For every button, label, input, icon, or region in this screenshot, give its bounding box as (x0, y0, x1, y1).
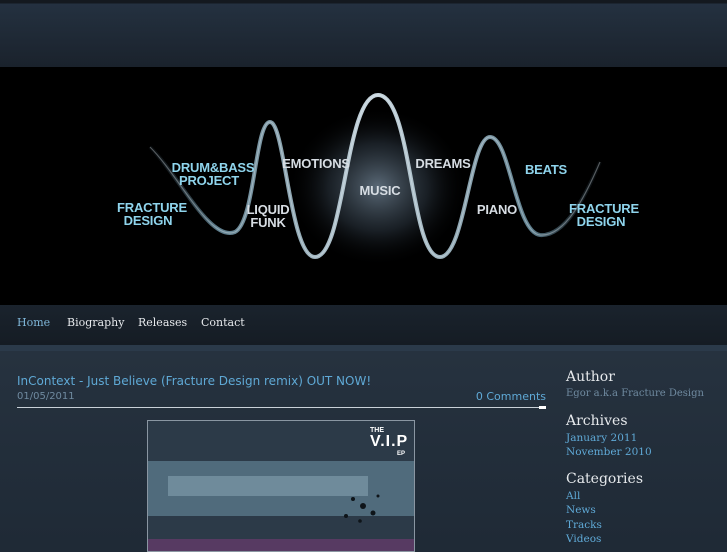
category-link[interactable]: News (566, 504, 596, 516)
post-title-link[interactable]: InContext - Just Believe (Fracture Desig… (17, 374, 371, 388)
post-comments-link[interactable]: 0 Comments (476, 390, 546, 403)
sidebar-categories-heading: Categories (566, 471, 643, 487)
wave-graphic: FRACTURE DESIGN DRUM&BASS PROJECT LIQUID… (117, 92, 640, 267)
banner-word: DESIGN (577, 214, 626, 229)
banner-word: FUNK (250, 215, 286, 230)
sidebar-archives-heading: Archives (566, 413, 628, 429)
banner-word: DESIGN (124, 213, 173, 228)
category-link[interactable]: Videos (566, 533, 601, 545)
archive-link[interactable]: November 2010 (566, 446, 652, 458)
header-banner: FRACTURE DESIGN DRUM&BASS PROJECT LIQUID… (0, 67, 727, 305)
nav-biography[interactable]: Biography (67, 316, 124, 329)
category-link[interactable]: All (566, 490, 580, 502)
banner-word: BEATS (525, 162, 568, 177)
banner-word: DREAMS (415, 156, 471, 171)
nav-releases[interactable]: Releases (138, 316, 187, 329)
nav-contact[interactable]: Contact (201, 316, 245, 329)
banner-word: EMOTIONS (282, 156, 350, 171)
sidebar-author-text: Egor a.k.a Fracture Design (566, 388, 704, 399)
post-divider-end (539, 406, 546, 409)
cover-text-vip: V.I.P (370, 433, 409, 450)
post-cover-image[interactable]: THE V.I.P EP (147, 420, 415, 552)
banner-word: PIANO (477, 202, 517, 217)
nav-home[interactable]: Home (17, 316, 50, 329)
top-bar (0, 0, 727, 67)
category-link[interactable]: Tracks (566, 519, 602, 531)
sidebar-author-heading: Author (566, 369, 615, 385)
post-divider (17, 407, 546, 408)
post-date: 01/05/2011 (17, 391, 75, 402)
banner-word: PROJECT (179, 173, 239, 188)
cover-text-ep: EP (397, 451, 406, 457)
archive-link[interactable]: January 2011 (566, 432, 637, 444)
banner-word: MUSIC (360, 183, 402, 198)
